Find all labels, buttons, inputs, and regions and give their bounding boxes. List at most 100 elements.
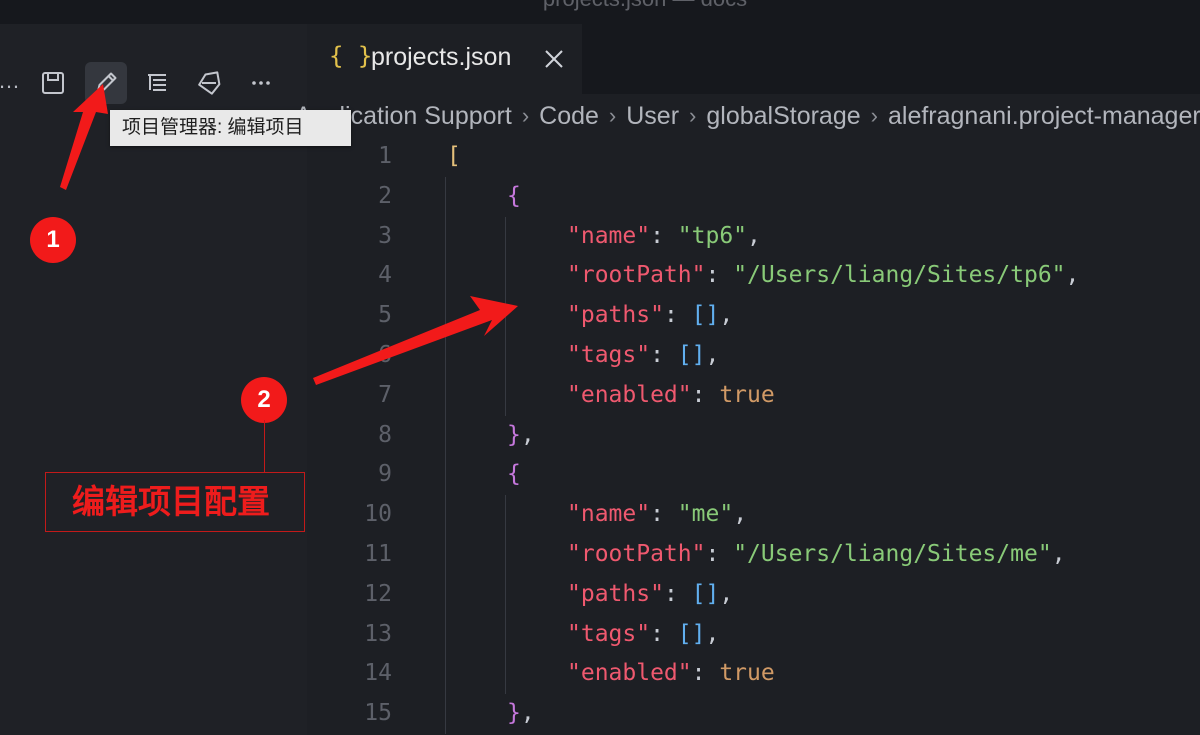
code-line[interactable]: 3 "name": "tp6", — [307, 216, 1200, 257]
code-line[interactable]: 4 "rootPath": "/Users/liang/Sites/tp6", — [307, 256, 1200, 297]
filter-tree-button[interactable] — [136, 62, 178, 104]
line-number: 4 — [378, 262, 392, 289]
indent-guide — [445, 614, 446, 655]
code-token: : — [650, 341, 678, 368]
code-token: "tp6" — [677, 222, 748, 249]
code-text: { — [507, 455, 521, 495]
indent-guide — [505, 216, 506, 257]
code-token: "tags" — [567, 341, 651, 368]
indent-guide — [445, 694, 446, 735]
pencil-icon — [97, 72, 117, 92]
indent-guide — [505, 296, 506, 337]
breadcrumb-separator-icon: › — [608, 103, 617, 128]
line-number: 14 — [364, 660, 392, 687]
code-line[interactable]: 7 "enabled": true — [307, 375, 1200, 416]
code-token: , — [719, 580, 734, 607]
code-line[interactable]: 13 "tags": [], — [307, 614, 1200, 655]
step-badge-1: 1 — [30, 217, 76, 263]
code-token: : — [705, 262, 734, 289]
tab-projects-json[interactable]: { } projects.json — [307, 24, 582, 94]
code-text: [ — [447, 137, 461, 177]
code-text: }, — [507, 694, 535, 734]
code-text: }, — [507, 416, 535, 456]
line-number: 11 — [364, 540, 392, 567]
indent-guide — [445, 495, 446, 536]
code-token: , — [705, 620, 720, 647]
line-number: 10 — [364, 501, 392, 528]
indent-guide — [505, 614, 506, 655]
code-token: [] — [691, 302, 720, 329]
indent-guide — [445, 216, 446, 257]
code-token: , — [1065, 262, 1080, 289]
indent-guide — [445, 455, 446, 496]
breadcrumb-item[interactable]: Code — [539, 102, 599, 131]
code-line[interactable]: 14 "enabled": true — [307, 654, 1200, 695]
title-bar: projects.json — docs — [0, 0, 1200, 24]
breadcrumb-separator-icon: › — [521, 103, 530, 128]
code-line[interactable]: 12 "paths": [], — [307, 574, 1200, 615]
code-line[interactable]: 9{ — [307, 455, 1200, 496]
tag-icon — [198, 71, 221, 95]
code-token: "rootPath" — [567, 540, 706, 567]
code-line[interactable]: 11 "rootPath": "/Users/liang/Sites/me", — [307, 534, 1200, 575]
code-text: "paths": [], — [567, 575, 733, 615]
code-token: , — [747, 222, 761, 249]
indent-guide — [505, 335, 506, 376]
save-icon — [42, 72, 64, 94]
breadcrumb-item[interactable]: alefragnani.project-manager — [888, 102, 1200, 131]
code-line[interactable]: 8}, — [307, 415, 1200, 456]
close-icon[interactable] — [543, 48, 565, 70]
line-number: 15 — [364, 700, 392, 727]
json-file-icon: { } — [329, 42, 373, 70]
tags-button[interactable] — [188, 62, 230, 104]
code-area[interactable]: 1[2{3 "name": "tp6", 4 "rootPath": "/Users/… — [307, 137, 1200, 735]
breadcrumb-item[interactable]: User — [626, 102, 679, 131]
code-token: { — [507, 461, 521, 488]
code-token: "/Users/liang/Sites/tp6" — [733, 262, 1066, 289]
code-text: "enabled": true — [567, 654, 775, 694]
line-number: 2 — [378, 182, 392, 209]
save-projects-button[interactable] — [32, 62, 74, 104]
indent-guide — [445, 375, 446, 416]
code-token: "name" — [567, 222, 651, 249]
more-icon — [252, 81, 270, 85]
code-token: { — [507, 182, 521, 209]
code-line[interactable]: 5 "paths": [], — [307, 296, 1200, 337]
line-number: 9 — [378, 461, 392, 488]
indent-guide — [505, 574, 506, 615]
breadcrumb: Application Support › Code › User › globalStor… — [295, 96, 1200, 136]
code-line[interactable]: 10 "name": "me", — [307, 495, 1200, 536]
indent-guide — [445, 654, 446, 695]
code-token: : — [663, 580, 692, 607]
indent-guide — [445, 296, 446, 337]
indent-guide — [445, 335, 446, 376]
tab-bar: { } projects.json — [307, 24, 1200, 94]
edit-projects-button[interactable] — [85, 62, 127, 104]
indent-guide — [505, 495, 506, 536]
indent-guide — [445, 176, 446, 217]
code-line[interactable]: 2{ — [307, 176, 1200, 217]
breadcrumb-item[interactable]: globalStorage — [706, 102, 860, 131]
line-number: 13 — [364, 620, 392, 647]
code-token: , — [719, 302, 734, 329]
code-line[interactable]: 6 "tags": [], — [307, 335, 1200, 376]
code-text: "name": "me", — [567, 495, 747, 535]
code-token: : — [663, 302, 692, 329]
more-actions-button[interactable] — [240, 62, 282, 104]
code-line[interactable]: 15}, — [307, 694, 1200, 735]
code-line[interactable]: 1[ — [307, 137, 1200, 177]
code-token: true — [719, 381, 775, 408]
code-text: { — [507, 177, 521, 217]
code-token: : — [705, 540, 734, 567]
code-token: , — [705, 341, 720, 368]
code-text: "name": "tp6", — [567, 217, 761, 257]
code-text: "paths": [], — [567, 296, 733, 336]
code-text: "enabled": true — [567, 376, 775, 416]
indent-guide — [445, 574, 446, 615]
code-token: , — [520, 700, 535, 727]
code-token: "paths" — [567, 302, 664, 329]
code-text: "tags": [], — [567, 615, 719, 655]
code-token: } — [507, 700, 521, 727]
indent-guide — [505, 534, 506, 575]
code-token: "me" — [677, 501, 734, 528]
